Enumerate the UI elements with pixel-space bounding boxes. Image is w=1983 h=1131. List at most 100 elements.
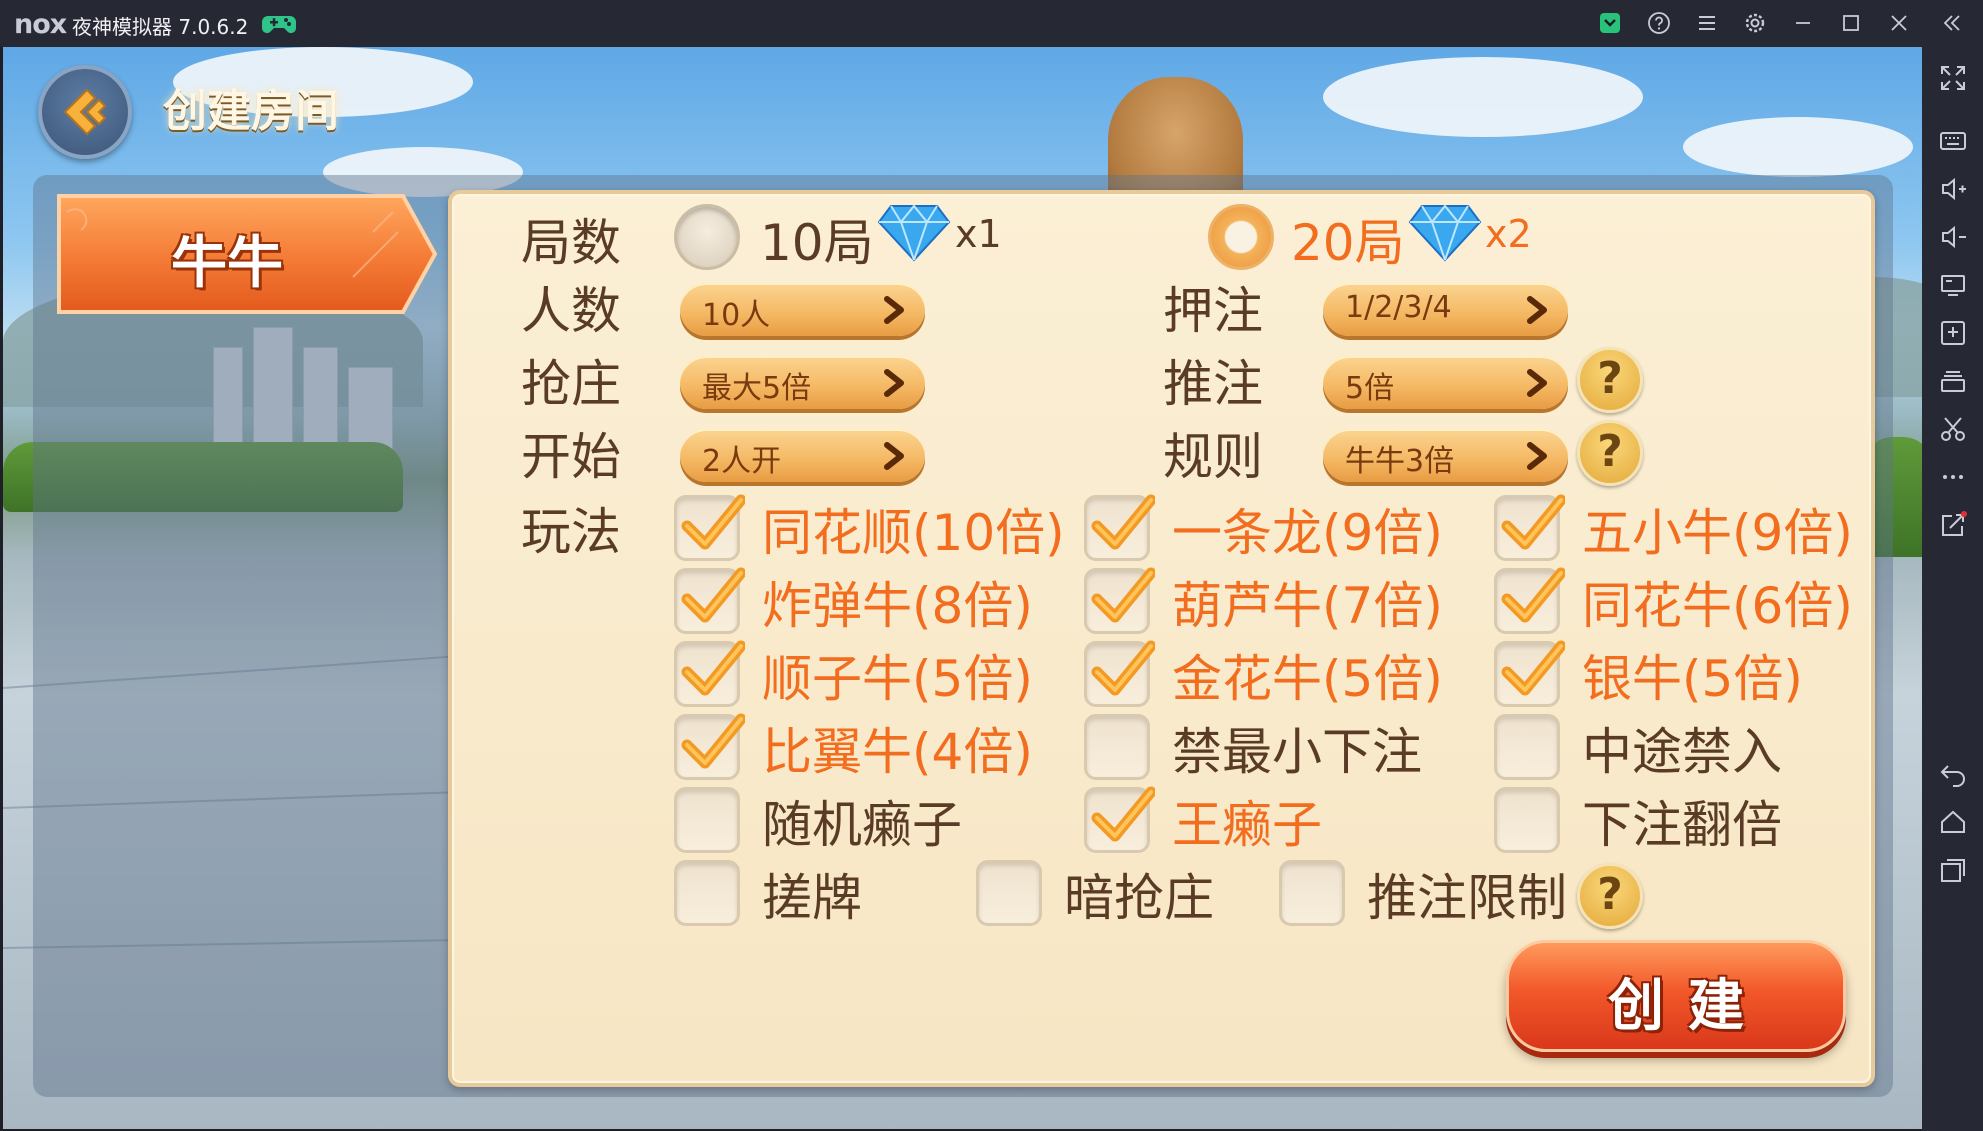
collapse-sidebar-icon[interactable] xyxy=(1940,11,1964,35)
gamepad-icon[interactable] xyxy=(262,10,296,36)
cloud xyxy=(1323,57,1643,137)
screenshot-icon[interactable] xyxy=(1938,414,1968,444)
window-title: 夜神模拟器 7.0.6.2 xyxy=(72,15,249,39)
chevron-right-icon xyxy=(884,369,904,397)
checkmark-icon xyxy=(1091,640,1155,696)
notification-icon[interactable] xyxy=(1598,11,1622,35)
play-option-checkbox[interactable] xyxy=(1084,494,1155,561)
start-value: 2人开 xyxy=(702,444,782,479)
game-tab-niuniu[interactable]: 牛牛 xyxy=(53,192,438,316)
home-nav-icon[interactable] xyxy=(1938,807,1968,837)
play-option-checkbox[interactable] xyxy=(1494,567,1565,634)
play-option-checkbox[interactable] xyxy=(674,860,740,926)
players-label: 人数 xyxy=(521,282,621,340)
settings-icon[interactable] xyxy=(1743,11,1767,35)
push-bet-dropdown[interactable]: 5倍 xyxy=(1323,356,1568,409)
rule-dropdown[interactable]: 牛牛3倍 xyxy=(1323,429,1568,482)
chevron-right-icon xyxy=(884,442,904,470)
players-dropdown[interactable]: 10人 xyxy=(680,283,925,336)
multi-instance-icon[interactable] xyxy=(1938,366,1968,396)
play-option-label: 五小牛(9倍) xyxy=(1582,504,1853,562)
play-option-label: 炸弹牛(8倍) xyxy=(762,577,1033,635)
checkmark-icon xyxy=(1501,494,1565,550)
play-option-checkbox[interactable] xyxy=(674,567,745,634)
create-room-button[interactable]: 创建 xyxy=(1506,940,1846,1052)
checkmark-icon xyxy=(681,567,745,623)
bet-dropdown[interactable]: 1/2/3/4 xyxy=(1323,283,1568,336)
push-limit-help-button[interactable]: ? xyxy=(1577,863,1643,929)
screen-icon[interactable] xyxy=(1938,270,1968,300)
emulator-sidebar xyxy=(1922,47,1983,1131)
play-option-checkbox[interactable] xyxy=(1494,714,1560,780)
checkmark-icon xyxy=(1501,640,1565,696)
volume-down-icon[interactable] xyxy=(1938,222,1968,252)
more-icon[interactable] xyxy=(1938,462,1968,492)
play-option-label: 中途禁入 xyxy=(1582,723,1782,781)
back-button[interactable] xyxy=(38,65,132,159)
play-option-checkbox[interactable] xyxy=(1279,860,1345,926)
keyboard-icon[interactable] xyxy=(1938,125,1968,155)
game-viewport: 创建房间 牛牛 局数 10局 x1 20局 x2 人数 10人 押注 1/2/3… xyxy=(3,47,1922,1129)
back-nav-icon[interactable] xyxy=(1938,759,1968,789)
volume-up-icon[interactable] xyxy=(1938,174,1968,204)
rounds-10-cost: x1 xyxy=(955,212,1002,256)
play-option-label: 推注限制 xyxy=(1367,869,1567,927)
emulator-titlebar: nox 夜神模拟器 7.0.6.2 xyxy=(0,0,1983,47)
rounds-10-label: 10局 xyxy=(760,214,874,272)
play-option-label: 金花牛(5倍) xyxy=(1172,650,1443,708)
recents-nav-icon[interactable] xyxy=(1938,855,1968,885)
play-option-checkbox[interactable] xyxy=(1494,494,1565,561)
banker-dropdown[interactable]: 最大5倍 xyxy=(680,356,925,409)
nox-logo: nox xyxy=(14,9,67,40)
play-option-label: 禁最小下注 xyxy=(1172,723,1422,781)
play-option-label: 随机癞子 xyxy=(762,796,962,854)
minimize-icon[interactable] xyxy=(1791,11,1815,35)
play-option-label: 王癞子 xyxy=(1172,796,1322,854)
play-option-label: 同花牛(6倍) xyxy=(1582,577,1853,635)
diamond-icon xyxy=(1408,204,1482,262)
start-dropdown[interactable]: 2人开 xyxy=(680,429,925,482)
banker-label: 抢庄 xyxy=(521,355,621,413)
rule-help-button[interactable]: ? xyxy=(1577,420,1643,486)
play-option-checkbox[interactable] xyxy=(1494,787,1560,853)
play-option-label: 银牛(5倍) xyxy=(1582,650,1803,708)
play-option-checkbox[interactable] xyxy=(1084,714,1150,780)
menu-icon[interactable] xyxy=(1695,11,1719,35)
players-value: 10人 xyxy=(702,298,771,333)
play-option-checkbox[interactable] xyxy=(674,713,745,780)
play-option-label: 暗抢庄 xyxy=(1064,869,1214,927)
play-option-checkbox[interactable] xyxy=(1084,786,1155,853)
checkmark-icon xyxy=(681,494,745,550)
bet-value: 1/2/3/4 xyxy=(1345,290,1452,325)
page-title: 创建房间 xyxy=(163,86,339,137)
rule-value: 牛牛3倍 xyxy=(1345,444,1455,479)
fullscreen-icon[interactable] xyxy=(1938,63,1968,93)
play-option-checkbox[interactable] xyxy=(976,860,1042,926)
play-option-checkbox[interactable] xyxy=(1084,640,1155,707)
rounds-10-radio[interactable] xyxy=(674,204,740,270)
game-tab-label: 牛牛 xyxy=(171,231,283,296)
chevron-right-icon xyxy=(1527,296,1547,324)
checkmark-icon xyxy=(681,640,745,696)
play-option-label: 下注翻倍 xyxy=(1582,796,1782,854)
play-option-label: 同花顺(10倍) xyxy=(762,504,1065,562)
rounds-20-cost: x2 xyxy=(1485,212,1532,256)
checkmark-icon xyxy=(1091,567,1155,623)
create-button-label: 创建 xyxy=(1608,974,1768,1039)
apk-install-icon[interactable] xyxy=(1938,318,1968,348)
play-option-checkbox[interactable] xyxy=(674,494,745,561)
help-icon[interactable] xyxy=(1647,11,1671,35)
close-icon[interactable] xyxy=(1887,11,1911,35)
bet-label: 押注 xyxy=(1163,282,1263,340)
chevron-right-icon xyxy=(1527,369,1547,397)
rounds-20-radio[interactable] xyxy=(1208,204,1274,270)
play-option-checkbox[interactable] xyxy=(1084,567,1155,634)
checkmark-icon xyxy=(1091,786,1155,842)
maximize-icon[interactable] xyxy=(1839,11,1863,35)
play-option-checkbox[interactable] xyxy=(674,640,745,707)
play-option-checkbox[interactable] xyxy=(674,787,740,853)
share-icon[interactable] xyxy=(1938,510,1968,540)
banker-value: 最大5倍 xyxy=(702,371,812,406)
push-bet-help-button[interactable]: ? xyxy=(1577,347,1643,413)
play-option-checkbox[interactable] xyxy=(1494,640,1565,707)
